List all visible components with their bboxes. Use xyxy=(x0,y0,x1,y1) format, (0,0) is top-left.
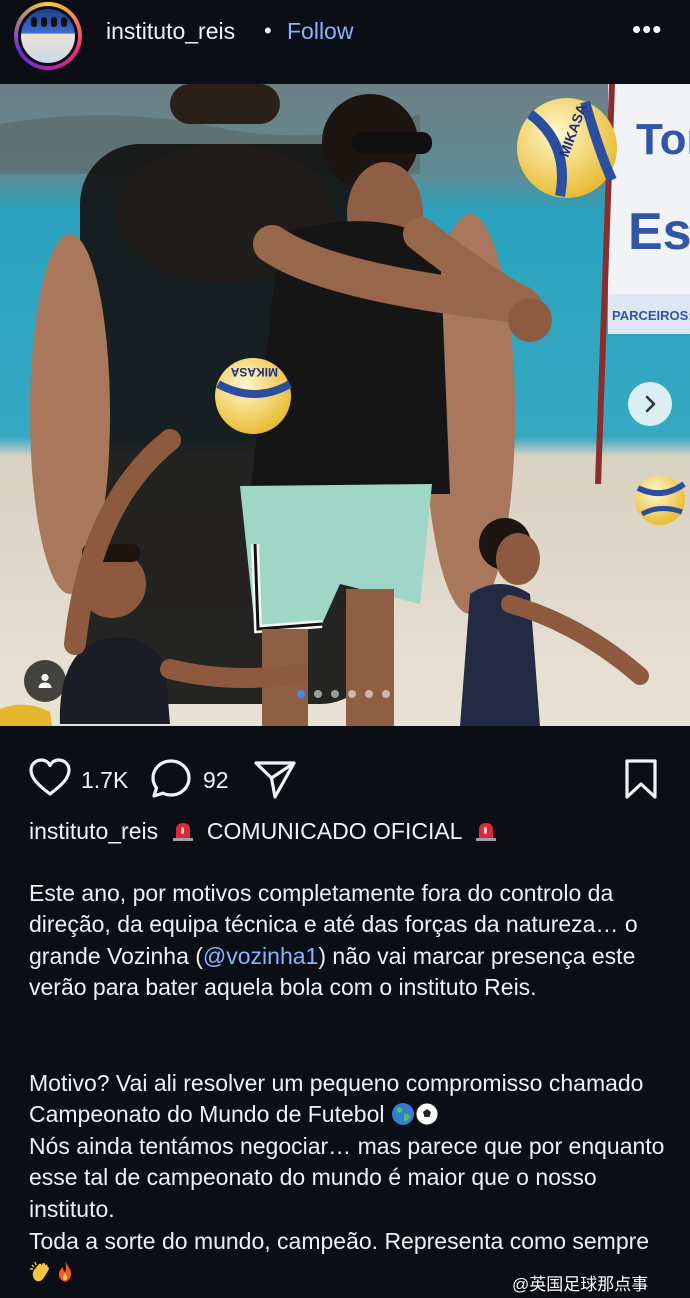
post-username[interactable]: instituto_reis xyxy=(106,18,235,45)
globe-emoji-icon xyxy=(391,1103,414,1126)
carousel-dot xyxy=(382,690,390,698)
ball-brand-2: MIKASA xyxy=(230,365,278,379)
caption-paragraph-3: Nós ainda tentámos negociar… mas parece … xyxy=(29,1133,665,1222)
caption-paragraph-1: Este ano, por motivos completamente fora… xyxy=(29,880,638,1001)
volleyball-right xyxy=(635,475,686,525)
bookmark-icon[interactable] xyxy=(624,758,658,800)
caption-paragraph-2: Motivo? Vai ali resolver um pequeno comp… xyxy=(29,1070,644,1128)
beach-volleyball-photo: Torc Esc PARCEIROS: MIKASA xyxy=(0,84,690,726)
clapping-hands-emoji-icon xyxy=(30,1262,49,1282)
watermark: @英国足球那点事 xyxy=(512,1275,649,1294)
more-options-icon[interactable]: ••• xyxy=(632,14,662,45)
post-header: instituto_reis • Follow ••• xyxy=(0,0,690,84)
banner-text-3: PARCEIROS: xyxy=(612,308,690,323)
comment-count[interactable]: 92 xyxy=(203,767,229,794)
carousel-dot xyxy=(348,690,356,698)
caption-headline: COMUNICADO OFICIAL xyxy=(206,818,462,844)
banner-text-1: Torc xyxy=(636,115,690,164)
carousel-indicator xyxy=(297,690,390,698)
caption-username[interactable]: instituto_reis xyxy=(29,818,158,844)
siren-emoji-icon-2 xyxy=(476,823,497,841)
separator-dot: • xyxy=(264,18,272,43)
fire-emoji-icon xyxy=(58,1262,72,1283)
siren-emoji-icon xyxy=(172,823,193,841)
profile-avatar[interactable] xyxy=(14,2,82,70)
carousel-dot xyxy=(365,690,373,698)
chevron-right-icon xyxy=(645,395,656,413)
carousel-dot xyxy=(331,690,339,698)
next-image-button[interactable] xyxy=(628,382,672,426)
avatar-image xyxy=(21,9,75,63)
heart-icon[interactable] xyxy=(28,758,72,798)
comment-icon[interactable] xyxy=(150,758,192,800)
post-actions: 1.7K 92 xyxy=(0,750,690,808)
carousel-dot xyxy=(314,690,322,698)
tagged-users-button[interactable] xyxy=(24,660,66,702)
banner-text-2: Esc xyxy=(628,203,690,261)
person-icon xyxy=(38,673,52,688)
volleyball-top: MIKASA xyxy=(517,98,617,198)
soccer-ball-emoji-icon xyxy=(415,1102,439,1126)
mention-link[interactable]: @vozinha1 xyxy=(203,943,318,969)
volleyball-middle: MIKASA xyxy=(215,358,292,434)
post-photo[interactable]: Torc Esc PARCEIROS: MIKASA xyxy=(0,84,690,726)
like-count[interactable]: 1.7K xyxy=(81,767,128,794)
carousel-dot xyxy=(297,690,305,698)
follow-button[interactable]: Follow xyxy=(287,18,353,45)
share-icon[interactable] xyxy=(253,758,297,800)
caption-headline-row: instituto_reis COMUNICADO OFICIAL xyxy=(29,818,504,845)
